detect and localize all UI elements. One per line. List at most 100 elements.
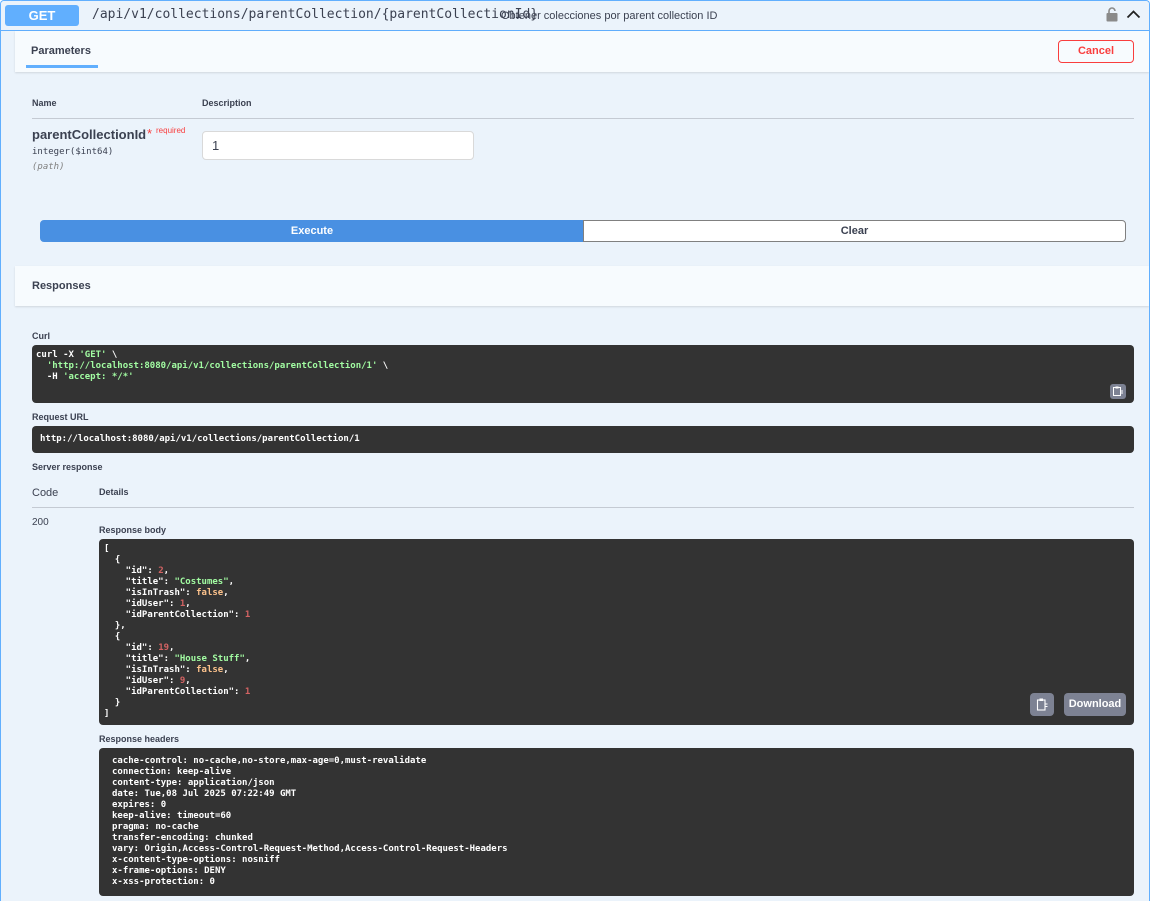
code-token: , [185, 676, 191, 686]
status-code: 200 [32, 517, 49, 528]
code-token: , [185, 599, 191, 609]
endpoint-description: Obtener colecciones por parent collectio… [501, 10, 718, 22]
header-line: pragma: no-cache [112, 822, 199, 832]
header-line: content-type: application/json [112, 778, 275, 788]
parameters-header: Parameters Cancel [15, 31, 1149, 72]
code-token: "title": [104, 654, 175, 664]
response-headers-lines: cache-control: no-cache,no-store,max-age… [112, 756, 1121, 888]
code-token: , [223, 588, 229, 598]
string-token: 'GET' [79, 350, 107, 360]
response-body-json: [ { "id": 2, "title": "Costumes", "isInT… [104, 544, 1129, 720]
string-token: 'accept: */*' [63, 372, 134, 382]
code-token: { [104, 555, 121, 565]
code-token: , [244, 654, 251, 664]
code-line: transfer-encoding: chunked [112, 833, 1121, 844]
code-token: }, [104, 621, 126, 631]
code-line: "title": "House Stuff", [104, 654, 1129, 665]
code-line: x-xss-protection: 0 [112, 877, 1121, 888]
code-line: expires: 0 [112, 800, 1121, 811]
boolean-token: false [196, 588, 224, 598]
tab-parameters-label: Parameters [31, 45, 91, 57]
code-line: content-type: application/json [112, 778, 1121, 789]
code-token: "idParentCollection": [104, 687, 245, 697]
chevron-up-icon[interactable] [1126, 8, 1141, 20]
number-token: 1 [244, 687, 251, 697]
code-line: [ [104, 544, 1129, 555]
code-token: \ [377, 361, 389, 371]
code-line: "idUser": 9, [104, 676, 1129, 687]
lock-icon[interactable] [1106, 7, 1118, 22]
request-url-label: Request URL [32, 412, 89, 422]
param-location: (path) [32, 162, 65, 172]
number-token: 19 [158, 643, 170, 653]
parent-collection-id-input[interactable] [202, 131, 474, 160]
curl-lines: curl -X 'GET' \ 'http://localhost:8080/a… [36, 350, 1130, 383]
curl-block: curl -X 'GET' \ 'http://localhost:8080/a… [32, 345, 1134, 403]
string-token: 'http://localhost:8080/api/v1/collection… [46, 361, 378, 371]
code-line: -H 'accept: */*' [36, 372, 1130, 383]
code-line: 'http://localhost:8080/api/v1/collection… [36, 361, 1130, 372]
code-line: } [104, 698, 1129, 709]
code-token: "id": [104, 566, 159, 576]
download-button[interactable]: Download [1064, 693, 1126, 716]
code-token: "title": [104, 577, 175, 587]
code-line: ] [104, 709, 1129, 720]
code-line: x-frame-options: DENY [112, 866, 1121, 877]
code-token: ] [104, 709, 110, 719]
code-line: "idUser": 1, [104, 599, 1129, 610]
code-line: vary: Origin,Access-Control-Request-Meth… [112, 844, 1121, 855]
header-line: keep-alive: timeout=60 [112, 811, 232, 821]
cancel-button[interactable]: Cancel [1058, 40, 1134, 63]
param-name: parentCollectionId [32, 127, 147, 142]
copy-icon [1113, 386, 1123, 396]
code-line: "id": 19, [104, 643, 1129, 654]
code-token: , [228, 577, 235, 587]
code-line: "title": "Costumes", [104, 577, 1129, 588]
header-line: x-content-type-options: nosniff [112, 855, 280, 865]
copy-curl-button[interactable] [1110, 384, 1126, 399]
code-line: { [104, 555, 1129, 566]
header-line: date: Tue,08 Jul 2025 07:22:49 GMT [112, 789, 297, 799]
header-line: connection: keep-alive [112, 767, 232, 777]
tab-parameters[interactable]: Parameters [26, 31, 98, 68]
curl-label: Curl [32, 331, 50, 341]
code-token: "id": [104, 643, 159, 653]
code-token: { [104, 632, 121, 642]
operation-summary[interactable]: GET /api/v1/collections/parentCollection… [1, 1, 1149, 31]
request-url: http://localhost:8080/api/v1/collections… [32, 426, 1134, 453]
code-token: curl -X [36, 350, 80, 360]
code-token: } [104, 698, 121, 708]
code-token: , [223, 665, 229, 675]
code-line: "idParentCollection": 1 [104, 610, 1129, 621]
code-token: "idUser": [104, 676, 180, 686]
number-token: 1 [244, 610, 251, 620]
code-line: date: Tue,08 Jul 2025 07:22:49 GMT [112, 789, 1121, 800]
execute-button[interactable]: Execute [40, 220, 584, 242]
code-token: "isInTrash": [104, 588, 197, 598]
code-line: "id": 2, [104, 566, 1129, 577]
column-description-header: Description [202, 98, 252, 108]
divider [32, 118, 1134, 119]
header-line: expires: 0 [112, 800, 167, 810]
boolean-token: false [196, 665, 224, 675]
code-token: -H [36, 372, 64, 382]
code-line: }, [104, 621, 1129, 632]
divider [32, 507, 1134, 508]
code-token: "isInTrash": [104, 665, 197, 675]
code-token: , [163, 566, 170, 576]
code-line: "isInTrash": false, [104, 665, 1129, 676]
server-response-label: Server response [32, 462, 103, 472]
code-line: pragma: no-cache [112, 822, 1121, 833]
code-column-header: Code [32, 487, 59, 499]
operation-block: GET /api/v1/collections/parentCollection… [0, 0, 1150, 901]
header-line: cache-control: no-cache,no-store,max-age… [112, 756, 427, 766]
endpoint-path: /api/v1/collections/parentCollection/{pa… [92, 7, 539, 22]
code-line: { [104, 632, 1129, 643]
param-type: integer($int64) [32, 147, 114, 157]
clear-button[interactable]: Clear [583, 220, 1126, 242]
code-token: \ [106, 350, 118, 360]
required-star: * [147, 126, 153, 141]
code-token: , [169, 643, 175, 653]
copy-body-button[interactable] [1030, 693, 1054, 716]
